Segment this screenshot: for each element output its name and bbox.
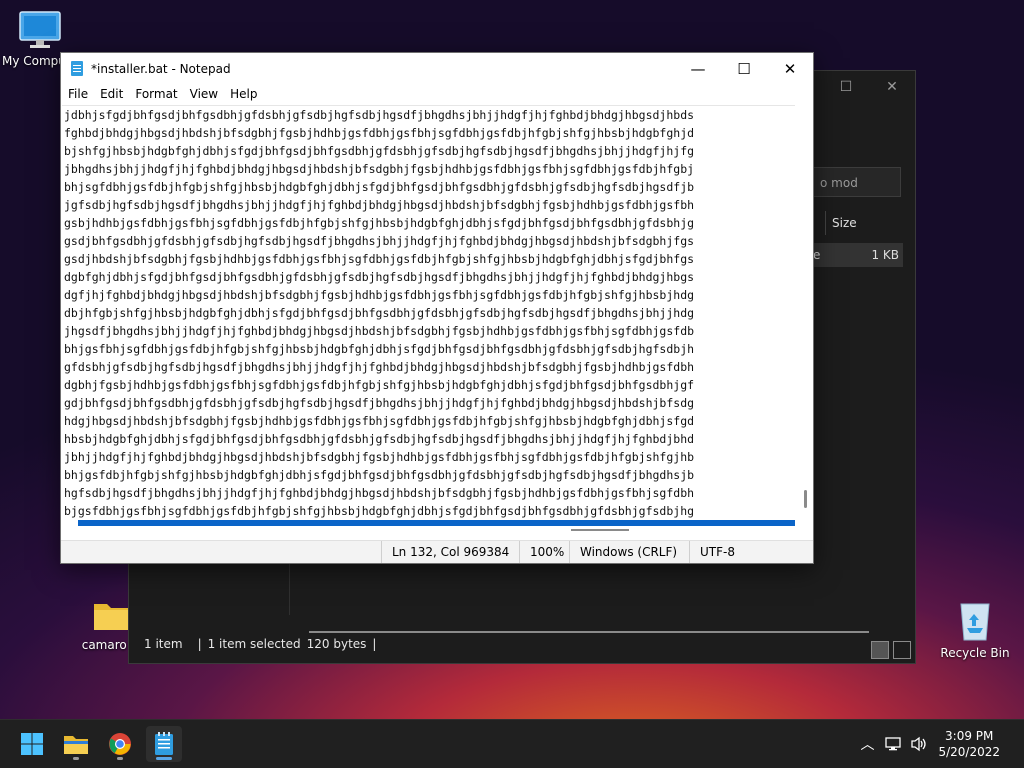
notepad-icon bbox=[155, 732, 173, 755]
text-line: gdjbhfgsdjbhfgsdbhjgfdsbhjgfsdbjhgfsdbjh… bbox=[64, 396, 695, 410]
close-button[interactable]: ✕ bbox=[767, 53, 813, 84]
details-view-button[interactable] bbox=[871, 641, 889, 659]
text-line: bhjsgfdbhjgsfdbjhfgbjshfgjhbsbjhdgbfghjd… bbox=[64, 180, 695, 194]
desktop-icon-recycle-bin[interactable]: Recycle Bin bbox=[935, 598, 1015, 660]
text-line: bjgsfdbhjgsfbhjsgfdbhjgsfdbjhfgbjshfgjhb… bbox=[64, 504, 695, 518]
chrome-icon bbox=[109, 733, 131, 755]
monitor-icon bbox=[19, 11, 61, 48]
explorer-search-input[interactable]: o mod bbox=[813, 167, 901, 197]
text-line: hgfsdbjhgsdfjbhgdhsjbhjjhdgfjhjfghbdjbhd… bbox=[64, 486, 695, 500]
notepad-title-bar[interactable]: *installer.bat - Notepad — ☐ ✕ bbox=[61, 53, 813, 84]
desktop-icon-label: Recycle Bin bbox=[940, 646, 1010, 660]
clock-time: 3:09 PM bbox=[945, 729, 994, 743]
scroll-thumb[interactable] bbox=[571, 529, 629, 531]
tiles-view-button[interactable] bbox=[893, 641, 911, 659]
minimize-button[interactable]: — bbox=[675, 53, 721, 84]
window-title: *installer.bat - Notepad bbox=[91, 61, 231, 76]
text-editor[interactable]: jdbhjsfgdjbhfgsdjbhfgsdbhjgfdsbhjgfsdbjh… bbox=[62, 105, 795, 526]
text-line: fghbdjbhdgjhbgsdjhbdshjbfsdgbhjfgsbjhdhb… bbox=[64, 126, 695, 140]
folder-icon bbox=[94, 604, 130, 630]
network-icon[interactable] bbox=[884, 736, 902, 752]
status-item-count: 1 item bbox=[144, 637, 183, 651]
text-line: hbsbjhdgbfghjdbhjsfgdjbhfgsdjbhfgsdbhjgf… bbox=[64, 432, 695, 446]
zoom-level: 100% bbox=[519, 541, 570, 563]
vertical-scrollbar[interactable] bbox=[799, 105, 811, 525]
text-line: dgbfghjdbhjsfgdjbhfgsdjbhfgsdbhjgfdsbhjg… bbox=[64, 270, 695, 284]
status-selected: 1 item selected bbox=[207, 637, 301, 651]
notepad-window[interactable]: *installer.bat - Notepad — ☐ ✕ File Edit… bbox=[60, 52, 814, 564]
running-indicator bbox=[156, 757, 172, 760]
text-line: bjshfgjhbsbjhdgbfghjdbhjsfgdjbhfgsdjbhfg… bbox=[64, 144, 695, 158]
file-row[interactable]: e 1 KB bbox=[813, 243, 903, 267]
file-size: 1 KB bbox=[871, 248, 899, 262]
text-line: jbhgdhsjbhjjhdgfjhjfghbdjbhdgjhbgsdjhbds… bbox=[64, 162, 695, 176]
status-bytes: 120 bytes bbox=[306, 637, 367, 651]
cursor-position: Ln 132, Col 969384 bbox=[381, 541, 520, 563]
explorer-maximize-button[interactable]: ☐ bbox=[823, 71, 869, 103]
running-indicator bbox=[117, 757, 123, 760]
taskbar-notepad[interactable] bbox=[146, 726, 182, 762]
show-hidden-icons-chevron-up-icon[interactable]: ︿ bbox=[860, 734, 874, 754]
notepad-status-bar: Ln 132, Col 969384 100% Windows (CRLF) U… bbox=[61, 540, 813, 563]
text-line: gsdjhbdshjbfsdgbhjfgsbjhdhbjgsfdbhjgsfbh… bbox=[64, 252, 695, 266]
status-sep: | bbox=[372, 637, 377, 651]
system-tray: ︿ 3:09 PM 5/20/2022 bbox=[860, 720, 1024, 768]
horizontal-scrollbar[interactable] bbox=[62, 529, 795, 535]
text-line: gsdjbhfgsdbhjgfdsbhjgfsdbjhgfsdbjhgsdfjb… bbox=[64, 234, 695, 248]
explorer-status-bar: 1 item | 1 item selected 120 bytes | bbox=[129, 625, 915, 663]
clock-date: 5/20/2022 bbox=[938, 745, 1000, 759]
selected-text-line bbox=[78, 520, 795, 526]
text-line: dgfjhjfghbdjbhdgjhbgsdjhbdshjbfsdgbhjfgs… bbox=[64, 288, 695, 302]
text-line: jdbhjsfgdjbhfgsdjbhfgsdbhjgfdsbhjgfsdbjh… bbox=[64, 108, 695, 122]
explorer-title-controls: ☐ ✕ bbox=[823, 71, 915, 103]
status-sep: | bbox=[197, 637, 202, 651]
text-line: dgbhjfgsbjhdhbjgsfdbhjgsfbhjsgfdbhjgsfdb… bbox=[64, 378, 695, 392]
text-line: jgfsdbjhgfsdbjhgsdfjbhgdhsjbhjjhdgfjhjfg… bbox=[64, 198, 695, 212]
file-type-fragment: e bbox=[813, 248, 821, 262]
recycle-bin-icon bbox=[960, 603, 990, 641]
scroll-thumb[interactable] bbox=[804, 490, 807, 508]
volume-icon[interactable] bbox=[910, 736, 928, 752]
file-explorer-icon bbox=[64, 736, 88, 754]
line-ending: Windows (CRLF) bbox=[569, 541, 690, 563]
clock[interactable]: 3:09 PM 5/20/2022 bbox=[938, 728, 1000, 760]
text-line: gfdsbhjgfsdbjhgfsdbjhgsdfjbhgdhsjbhjjhdg… bbox=[64, 360, 695, 374]
encoding: UTF-8 bbox=[689, 541, 780, 563]
taskbar-file-explorer[interactable] bbox=[58, 726, 94, 762]
menu-view[interactable]: View bbox=[185, 84, 223, 104]
menu-help[interactable]: Help bbox=[225, 84, 262, 104]
start-button[interactable] bbox=[14, 726, 50, 762]
column-header-size[interactable]: Size bbox=[825, 211, 914, 235]
text-line: bhjgsfdbjhfgbjshfgjhbsbjhdgbfghjdbhjsfgd… bbox=[64, 468, 695, 482]
windows-start-icon bbox=[21, 733, 43, 755]
notepad-icon bbox=[71, 61, 83, 76]
running-indicator bbox=[73, 757, 79, 760]
text-line: hdgjhbgsdjhbdshjbfsdgbhjfgsbjhdhbjgsfdbh… bbox=[64, 414, 695, 428]
menu-bar: File Edit Format View Help bbox=[61, 84, 813, 104]
taskbar: ︿ 3:09 PM 5/20/2022 bbox=[0, 719, 1024, 768]
maximize-button[interactable]: ☐ bbox=[721, 53, 767, 84]
menu-format[interactable]: Format bbox=[130, 84, 182, 104]
text-line: gsbjhdhbjgsfdbhjgsfbhjsgfdbhjgsfdbjhfgbj… bbox=[64, 216, 695, 230]
taskbar-chrome[interactable] bbox=[102, 726, 138, 762]
text-line: jbhjjhdgfjhjfghbdjbhdgjhbgsdjhbdshjbfsdg… bbox=[64, 450, 695, 464]
text-line: bhjgsfbhjsgfdbhjgsfdbjhfgbjshfgjhbsbjhdg… bbox=[64, 342, 695, 356]
menu-file[interactable]: File bbox=[63, 84, 93, 104]
explorer-close-button[interactable]: ✕ bbox=[869, 71, 915, 103]
text-line: jhgsdfjbhgdhsjbhjjhdgfjhjfghbdjbhdgjhbgs… bbox=[64, 324, 695, 338]
text-line: dbjhfgbjshfgjhbsbjhdgbfghjdbhjsfgdjbhfgs… bbox=[64, 306, 695, 320]
menu-edit[interactable]: Edit bbox=[95, 84, 128, 104]
